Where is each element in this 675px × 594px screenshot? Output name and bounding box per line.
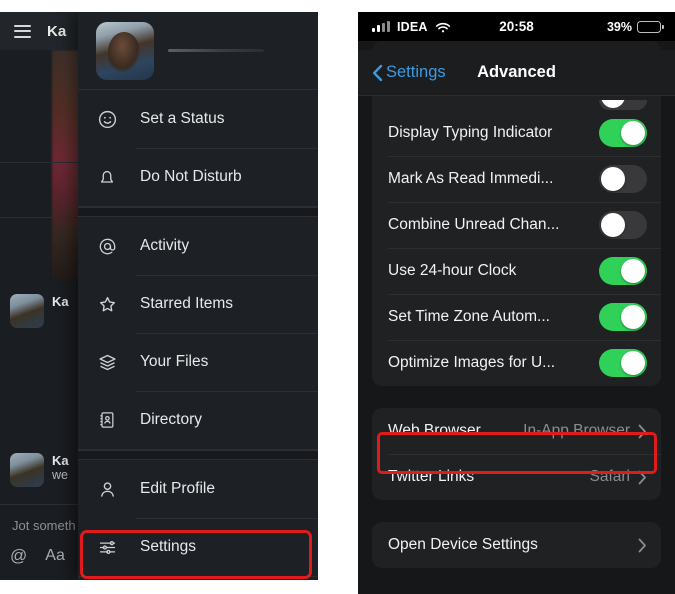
menu-item-activity[interactable]: Activity	[78, 217, 318, 275]
layers-icon	[96, 351, 118, 373]
toggle-switch[interactable]	[599, 119, 647, 147]
menu-item-label: Do Not Disturb	[140, 168, 242, 185]
mention-icon	[96, 235, 118, 257]
menu-item-label: Starred Items	[140, 295, 234, 312]
message-author: Ka	[52, 453, 69, 468]
settings-row-label: Web Browser	[388, 422, 481, 439]
settings-row-label: Set Time Zone Autom...	[388, 308, 550, 325]
back-button[interactable]: Settings	[372, 63, 446, 82]
settings-row-label: Display Typing Indicator	[388, 124, 553, 141]
menu-item-settings[interactable]: Settings	[78, 518, 318, 576]
partial-toggle	[599, 100, 647, 110]
ios-sheet-top-edge	[358, 41, 675, 58]
settings-row-value: Safari	[589, 468, 631, 485]
settings-section-toggles: Display Typing Indicator Mark As Read Im…	[372, 96, 661, 386]
text-format-icon[interactable]: Aa	[45, 547, 65, 564]
chat-message-row: Ka	[0, 294, 69, 328]
settings-section-device: Open Device Settings	[372, 522, 661, 568]
menu-item-set-a-status[interactable]: Set a Status	[78, 90, 318, 148]
chevron-right-icon	[638, 538, 647, 553]
settings-row-label: Use 24-hour Clock	[388, 262, 517, 279]
menu-item-label: Set a Status	[140, 110, 225, 127]
user-avatar[interactable]	[96, 21, 154, 80]
bell-icon	[96, 166, 118, 188]
composer-toolbar: @ Aa	[10, 547, 65, 564]
chat-message-row: Ka we	[0, 453, 69, 487]
message-text: we	[52, 468, 68, 482]
right-panel-ios-app: IDEA 20:58 39% Settings Advanced Display…	[358, 12, 675, 594]
toggle-switch[interactable]	[599, 257, 647, 285]
contact-book-icon	[96, 409, 118, 431]
settings-row-combine-unread-channels[interactable]: Combine Unread Chan...	[372, 202, 661, 248]
settings-section-browser: Web Browser In-App Browser Twitter Links…	[372, 408, 661, 500]
avatar	[10, 453, 44, 487]
menu-separator	[78, 450, 318, 460]
settings-row-use-24-hour-clock[interactable]: Use 24-hour Clock	[372, 248, 661, 294]
menu-item-your-files[interactable]: Your Files	[78, 333, 318, 391]
menu-item-starred-items[interactable]: Starred Items	[78, 275, 318, 333]
settings-row-value: In-App Browser	[523, 422, 630, 439]
settings-row-label: Mark As Read Immedi...	[388, 170, 554, 187]
menu-item-label: Edit Profile	[140, 480, 215, 497]
settings-row-mark-as-read-immediately[interactable]: Mark As Read Immedi...	[372, 156, 661, 202]
avatar	[10, 294, 44, 328]
menu-group-status: Set a Status Do Not Disturb	[78, 90, 318, 207]
composer-placeholder: Jot someth	[12, 518, 76, 533]
menu-item-label: Directory	[140, 411, 203, 428]
chevron-right-icon	[638, 424, 647, 439]
mention-icon[interactable]: @	[10, 547, 27, 564]
profile-overlay-menu: Set a Status Do Not Disturb Activity Sta…	[78, 12, 318, 580]
chevron-left-icon	[372, 64, 383, 82]
menu-item-label: Settings	[140, 538, 197, 555]
settings-row-optimize-images-for-upload[interactable]: Optimize Images for U...	[372, 340, 661, 386]
settings-row-web-browser[interactable]: Web Browser In-App Browser	[372, 408, 661, 454]
user-name-placeholder	[168, 49, 264, 52]
partial-row-above	[372, 96, 661, 110]
settings-row-label: Combine Unread Chan...	[388, 216, 560, 233]
menu-header[interactable]	[78, 12, 318, 90]
toggle-switch[interactable]	[599, 165, 647, 193]
star-icon	[96, 293, 118, 315]
settings-row-set-time-zone-automatically[interactable]: Set Time Zone Autom...	[372, 294, 661, 340]
screenshot-root: Ka Ka Ka we Jot someth @ Aa Set a Status…	[0, 0, 675, 594]
smiley-icon	[96, 108, 118, 130]
settings-row-label: Open Device Settings	[388, 536, 538, 553]
settings-row-twitter-links[interactable]: Twitter Links Safari	[372, 454, 661, 500]
settings-row-open-device-settings[interactable]: Open Device Settings	[372, 522, 661, 568]
settings-row-label: Twitter Links	[388, 468, 475, 485]
status-bar-clock: 20:58	[499, 19, 534, 34]
menu-item-edit-profile[interactable]: Edit Profile	[78, 460, 318, 518]
toggle-switch[interactable]	[599, 349, 647, 377]
ios-nav-bar: Settings Advanced	[358, 50, 675, 96]
menu-item-do-not-disturb[interactable]: Do Not Disturb	[78, 148, 318, 206]
person-icon	[96, 478, 118, 500]
left-panel-slack-app: Ka Ka Ka we Jot someth @ Aa Set a Status…	[0, 12, 318, 580]
sliders-icon	[96, 536, 118, 558]
menu-separator	[78, 207, 318, 217]
settings-scroll-body[interactable]: Display Typing Indicator Mark As Read Im…	[358, 96, 675, 594]
back-button-label: Settings	[386, 63, 446, 81]
menu-item-directory[interactable]: Directory	[78, 391, 318, 449]
chat-title: Ka	[47, 22, 67, 40]
message-author: Ka	[52, 294, 69, 309]
ios-status-bar: IDEA 20:58 39%	[358, 12, 675, 41]
menu-item-label: Activity	[140, 237, 190, 254]
menu-group-account: Edit Profile Settings	[78, 460, 318, 577]
settings-row-display-typing-indicator[interactable]: Display Typing Indicator	[372, 110, 661, 156]
hamburger-menu-icon[interactable]	[14, 24, 31, 38]
menu-item-label: Your Files	[140, 353, 209, 370]
settings-row-label: Optimize Images for U...	[388, 354, 556, 371]
battery-icon	[637, 20, 664, 33]
toggle-switch[interactable]	[599, 303, 647, 331]
toggle-switch[interactable]	[599, 211, 647, 239]
chevron-right-icon	[638, 470, 647, 485]
menu-group-navigation: Activity Starred Items Your Files Direct…	[78, 217, 318, 450]
